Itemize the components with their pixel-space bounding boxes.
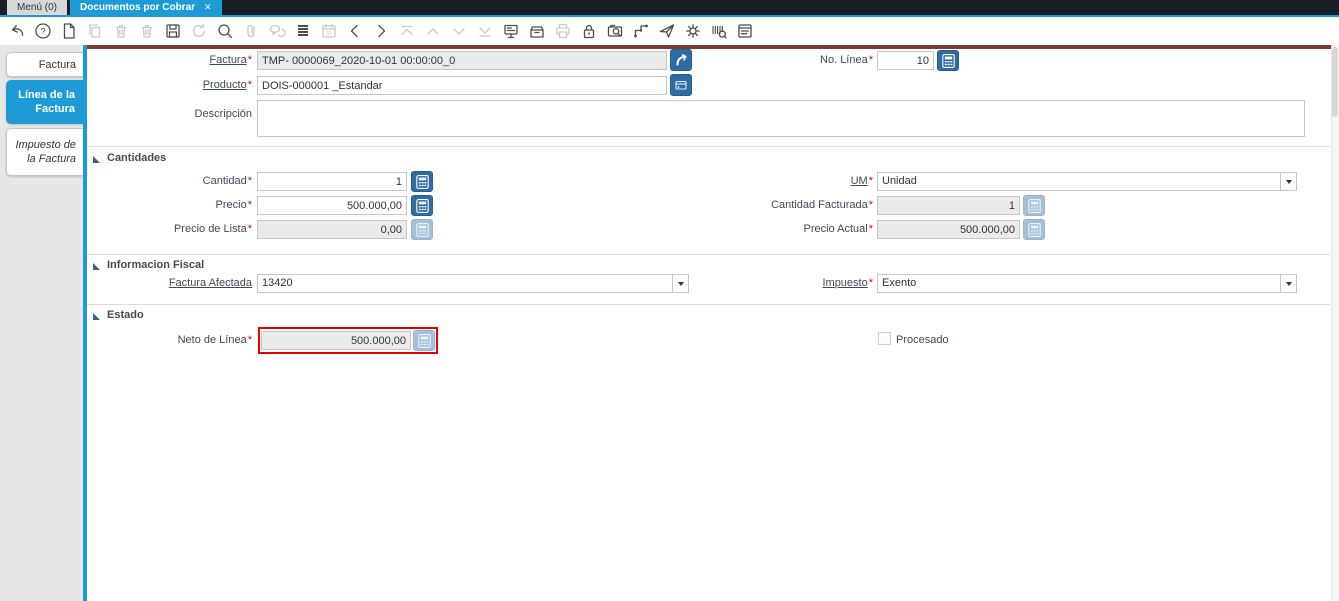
no-linea-field[interactable] [877, 51, 934, 70]
chevron-down-icon[interactable] [1280, 173, 1296, 190]
window-body: Factura Línea de la Factura Impuesto de … [0, 45, 1339, 601]
attachment-icon[interactable] [240, 20, 261, 42]
last-record-icon[interactable] [474, 20, 495, 42]
next-icon[interactable] [370, 20, 391, 42]
svg-text:?: ? [40, 26, 45, 36]
precio-actual-calculator-button [1023, 219, 1045, 240]
preferences-icon[interactable] [682, 20, 703, 42]
tab-menu[interactable]: Menú (0) [7, 0, 68, 15]
find-icon[interactable] [214, 20, 235, 42]
delete-selection-icon[interactable] [136, 20, 157, 42]
collapse-triangle-icon [93, 155, 100, 163]
save-icon[interactable] [162, 20, 183, 42]
status-strip [87, 45, 1339, 49]
request-icon[interactable] [656, 20, 677, 42]
factura-afectada-label: Factura Afectada [168, 277, 252, 289]
print-icon[interactable] [552, 20, 573, 42]
tab-documentos-por-cobrar[interactable]: Documentos por Cobrar ✕ [70, 0, 222, 15]
previous-icon[interactable] [344, 20, 365, 42]
collapse-triangle-icon [93, 312, 100, 320]
window-tab-bar: Menú (0) Documentos por Cobrar ✕ [0, 0, 1339, 15]
scrollbar[interactable] [1331, 45, 1339, 601]
help-icon[interactable]: ? [32, 20, 53, 42]
sidebar-tab-impuesto-de-la-factura[interactable]: Impuesto de la Factura [6, 128, 83, 176]
cantidad-facturada-label: Cantidad Facturada* [771, 199, 873, 211]
neto-de-linea-label: Neto de Línea* [177, 334, 252, 346]
cantidad-facturada-field [877, 196, 1020, 215]
section-header-informacion-fiscal[interactable]: Informacion Fiscal [93, 258, 204, 272]
next-record-icon[interactable] [448, 20, 469, 42]
sidebar-tab-impuesto-label: Impuesto de la Factura [15, 139, 76, 165]
chat-icon[interactable] [266, 20, 287, 42]
cantidad-label: Cantidad* [202, 175, 252, 187]
neto-de-linea-calculator-button [413, 330, 435, 351]
detail-view-icon[interactable] [500, 20, 521, 42]
procesado-checkbox[interactable] [878, 332, 891, 345]
product-info-icon[interactable] [708, 20, 729, 42]
archive-icon[interactable] [526, 20, 547, 42]
factura-afectada-dropdown[interactable]: 13420 [257, 274, 689, 293]
sidebar-tab-factura[interactable]: Factura [6, 52, 83, 77]
precio-calculator-button[interactable] [411, 195, 433, 216]
section-separator [87, 254, 1330, 255]
precio-lista-label: Precio de Lista* [173, 223, 252, 235]
precio-field[interactable] [257, 196, 407, 215]
no-linea-label: No. Línea* [820, 54, 873, 66]
sidebar-tab-linea-de-la-factura[interactable]: Línea de la Factura [6, 80, 83, 124]
procesado-label: Procesado [896, 334, 949, 346]
undo-icon[interactable] [6, 20, 27, 42]
new-record-icon[interactable] [58, 20, 79, 42]
calendar-icon[interactable]: 31 [318, 20, 339, 42]
section-separator [87, 146, 1330, 147]
grid-toggle-icon[interactable] [292, 20, 313, 42]
section-separator [87, 304, 1330, 305]
refresh-icon[interactable] [188, 20, 209, 42]
producto-field[interactable] [257, 76, 667, 95]
producto-label: Producto* [202, 79, 252, 91]
sidebar-tab-factura-label: Factura [38, 58, 76, 71]
precio-lista-field [257, 220, 407, 239]
neto-de-linea-field [261, 331, 411, 350]
zoom-across-icon[interactable] [604, 20, 625, 42]
um-label: UM* [850, 175, 873, 187]
producto-search-button[interactable] [670, 74, 692, 96]
cantidad-calculator-button[interactable] [411, 171, 433, 192]
cantidad-facturada-calculator-button [1023, 195, 1045, 216]
toolbar: ? 31 [0, 17, 1339, 45]
factura-label: Factura* [209, 54, 252, 66]
report-icon[interactable] [734, 20, 755, 42]
collapse-triangle-icon [93, 262, 100, 270]
neto-de-linea-highlight[interactable] [258, 327, 438, 354]
precio-actual-label: Precio Actual* [803, 223, 873, 235]
lock-icon[interactable] [578, 20, 599, 42]
search-window-icon [675, 80, 687, 90]
workflow-icon[interactable] [630, 20, 651, 42]
factura-field[interactable] [257, 51, 667, 70]
tab-menu-label: Menú (0) [17, 2, 58, 13]
svg-text:31: 31 [325, 31, 331, 37]
impuesto-dropdown[interactable]: Exento [877, 274, 1297, 293]
um-dropdown[interactable]: Unidad [877, 172, 1297, 191]
descripcion-field[interactable] [257, 100, 1305, 137]
precio-actual-field [877, 220, 1020, 239]
form-panel: Factura* No. Línea* Producto* [87, 45, 1339, 601]
impuesto-label: Impuesto* [822, 277, 873, 289]
close-icon[interactable]: ✕ [204, 2, 212, 13]
delete-record-icon[interactable] [110, 20, 131, 42]
scrollbar-thumb[interactable] [1332, 47, 1338, 117]
copy-record-icon[interactable] [84, 20, 105, 42]
sidebar: Factura Línea de la Factura Impuesto de … [0, 45, 83, 601]
section-header-cantidades[interactable]: Cantidades [93, 151, 166, 165]
previous-record-icon[interactable] [422, 20, 443, 42]
precio-label: Precio* [215, 199, 252, 211]
first-record-icon[interactable] [396, 20, 417, 42]
chevron-down-icon[interactable] [1280, 275, 1296, 292]
section-header-estado[interactable]: Estado [93, 308, 144, 322]
cantidad-field[interactable] [257, 172, 407, 191]
descripcion-label: Descripción [194, 108, 252, 120]
sidebar-tab-linea-label: Línea de la Factura [18, 89, 75, 115]
precio-lista-calculator-button [411, 219, 433, 240]
tab-doc-label: Documentos por Cobrar [80, 2, 196, 13]
no-linea-calculator-button[interactable] [937, 50, 959, 71]
